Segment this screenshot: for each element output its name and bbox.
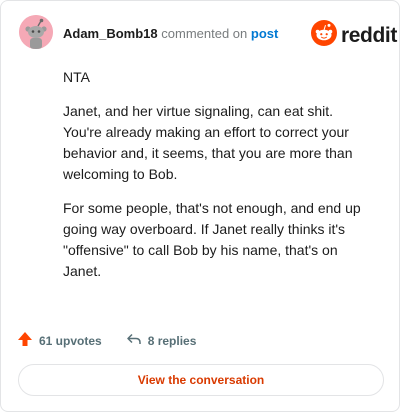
snoo-avatar-icon[interactable] [19, 15, 53, 49]
upvotes-count: 61 upvotes [39, 333, 102, 348]
comment-body: NTA Janet, and her virtue signaling, can… [63, 67, 373, 295]
username[interactable]: Adam_Bomb18 [63, 26, 158, 41]
comment-paragraph: Janet, and her virtue signaling, can eat… [63, 103, 353, 182]
embedded-comment-card: Adam_Bomb18 commented on post reddit NTA… [0, 0, 400, 412]
replies-count: 8 replies [147, 333, 197, 348]
view-conversation-button[interactable]: View the conversation [18, 364, 384, 396]
reply-arrow-icon [126, 331, 142, 350]
reddit-wordmark: reddit [341, 23, 397, 47]
commented-on-text: commented on [161, 26, 248, 41]
reddit-brand[interactable]: reddit [311, 20, 397, 51]
comment-stats: 61 upvotes 8 replies [17, 331, 196, 350]
upvotes-stat[interactable]: 61 upvotes [17, 331, 102, 350]
reddit-logo-icon [311, 20, 337, 51]
replies-stat[interactable]: 8 replies [126, 331, 197, 350]
comment-paragraph: NTA [63, 69, 90, 85]
post-link[interactable]: post [251, 26, 278, 41]
comment-paragraph: For some people, that's not enough, and … [63, 200, 361, 279]
comment-header: Adam_Bomb18 commented on post [63, 26, 278, 42]
upvote-arrow-icon [17, 331, 33, 350]
